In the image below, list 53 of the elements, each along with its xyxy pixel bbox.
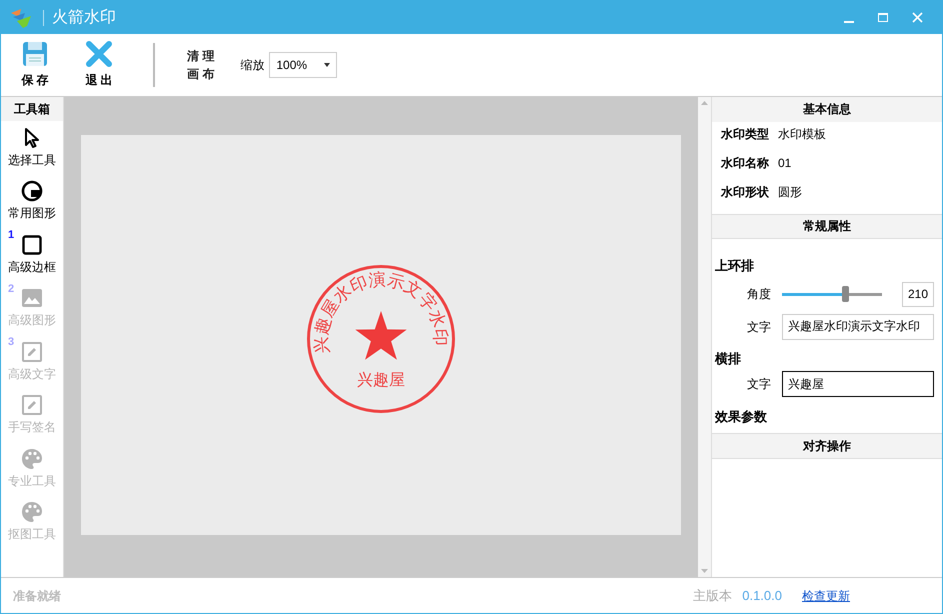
exit-button[interactable]: 退 出 [75, 41, 123, 89]
step-number: 1 [8, 230, 14, 241]
field-label: 文字 [747, 376, 772, 393]
group-title: 效果参数 [715, 408, 768, 426]
tool-button[interactable]: 选择工具 [1, 121, 63, 174]
field-value: 01 [778, 154, 792, 172]
dropdown-arrow-icon [324, 63, 330, 67]
angle-slider[interactable] [782, 286, 882, 302]
save-button[interactable]: 保 存 [11, 41, 59, 89]
pencil-icon [21, 394, 43, 416]
circle-shape-icon [21, 180, 43, 202]
text-field[interactable]: 兴趣屋水印演示文字水印 [782, 314, 934, 340]
palette-icon [21, 448, 43, 470]
field-value: 圆形 [778, 184, 802, 200]
seal-stamp-drawing: 兴趣屋水印演示文字水印 兴趣屋 [306, 264, 456, 414]
square-icon [21, 234, 43, 256]
zoom-dropdown[interactable]: 100% [269, 52, 338, 78]
group-title: 上环排 [715, 257, 755, 275]
minimize-icon [844, 20, 854, 22]
version-number: 0.1.0.0 [742, 586, 782, 605]
pencil-icon [21, 340, 43, 363]
zoom-label: 缩放 [240, 57, 264, 74]
section-header: 对齐操作 [712, 433, 942, 459]
scroll-up-icon[interactable] [701, 101, 708, 105]
palette-icon [21, 501, 43, 524]
close-icon [912, 12, 922, 23]
step-number: 3 [8, 337, 14, 348]
vertical-scrollbar[interactable] [698, 97, 711, 577]
step-number: 2 [8, 284, 14, 294]
toolbox-title: 工具箱 [1, 97, 63, 121]
maximize-icon [878, 12, 888, 22]
x-icon [86, 41, 112, 67]
clear-canvas-button[interactable]: 清 理 画 布 [187, 47, 214, 83]
image-icon [21, 287, 43, 310]
field-value: 水印模板 [778, 126, 826, 142]
scroll-down-icon[interactable] [701, 569, 708, 573]
field-label: 文字 [747, 318, 772, 336]
slider-thumb[interactable] [842, 286, 848, 302]
tool-button[interactable]: 高级边框 1 [1, 228, 63, 282]
field-label: 水印形状 [721, 184, 770, 200]
section-header: 常规属性 [712, 214, 942, 239]
window-title: 火箭水印 [52, 8, 116, 28]
text-field[interactable]: 兴趣屋 [782, 371, 934, 397]
status-text: 准备就绪 [13, 588, 61, 604]
field-label: 水印类型 [721, 126, 770, 142]
version-label: 主版本 [693, 586, 732, 605]
field-label: 水印名称 [721, 154, 770, 172]
field-label: 角度 [747, 286, 772, 303]
angle-value-field[interactable]: 210 [902, 282, 934, 306]
tool-button[interactable]: 常用图形 [1, 174, 63, 228]
check-update-link[interactable]: 检查更新 [802, 586, 850, 604]
group-title: 横排 [715, 350, 742, 368]
section-header: 基本信息 [712, 97, 942, 122]
